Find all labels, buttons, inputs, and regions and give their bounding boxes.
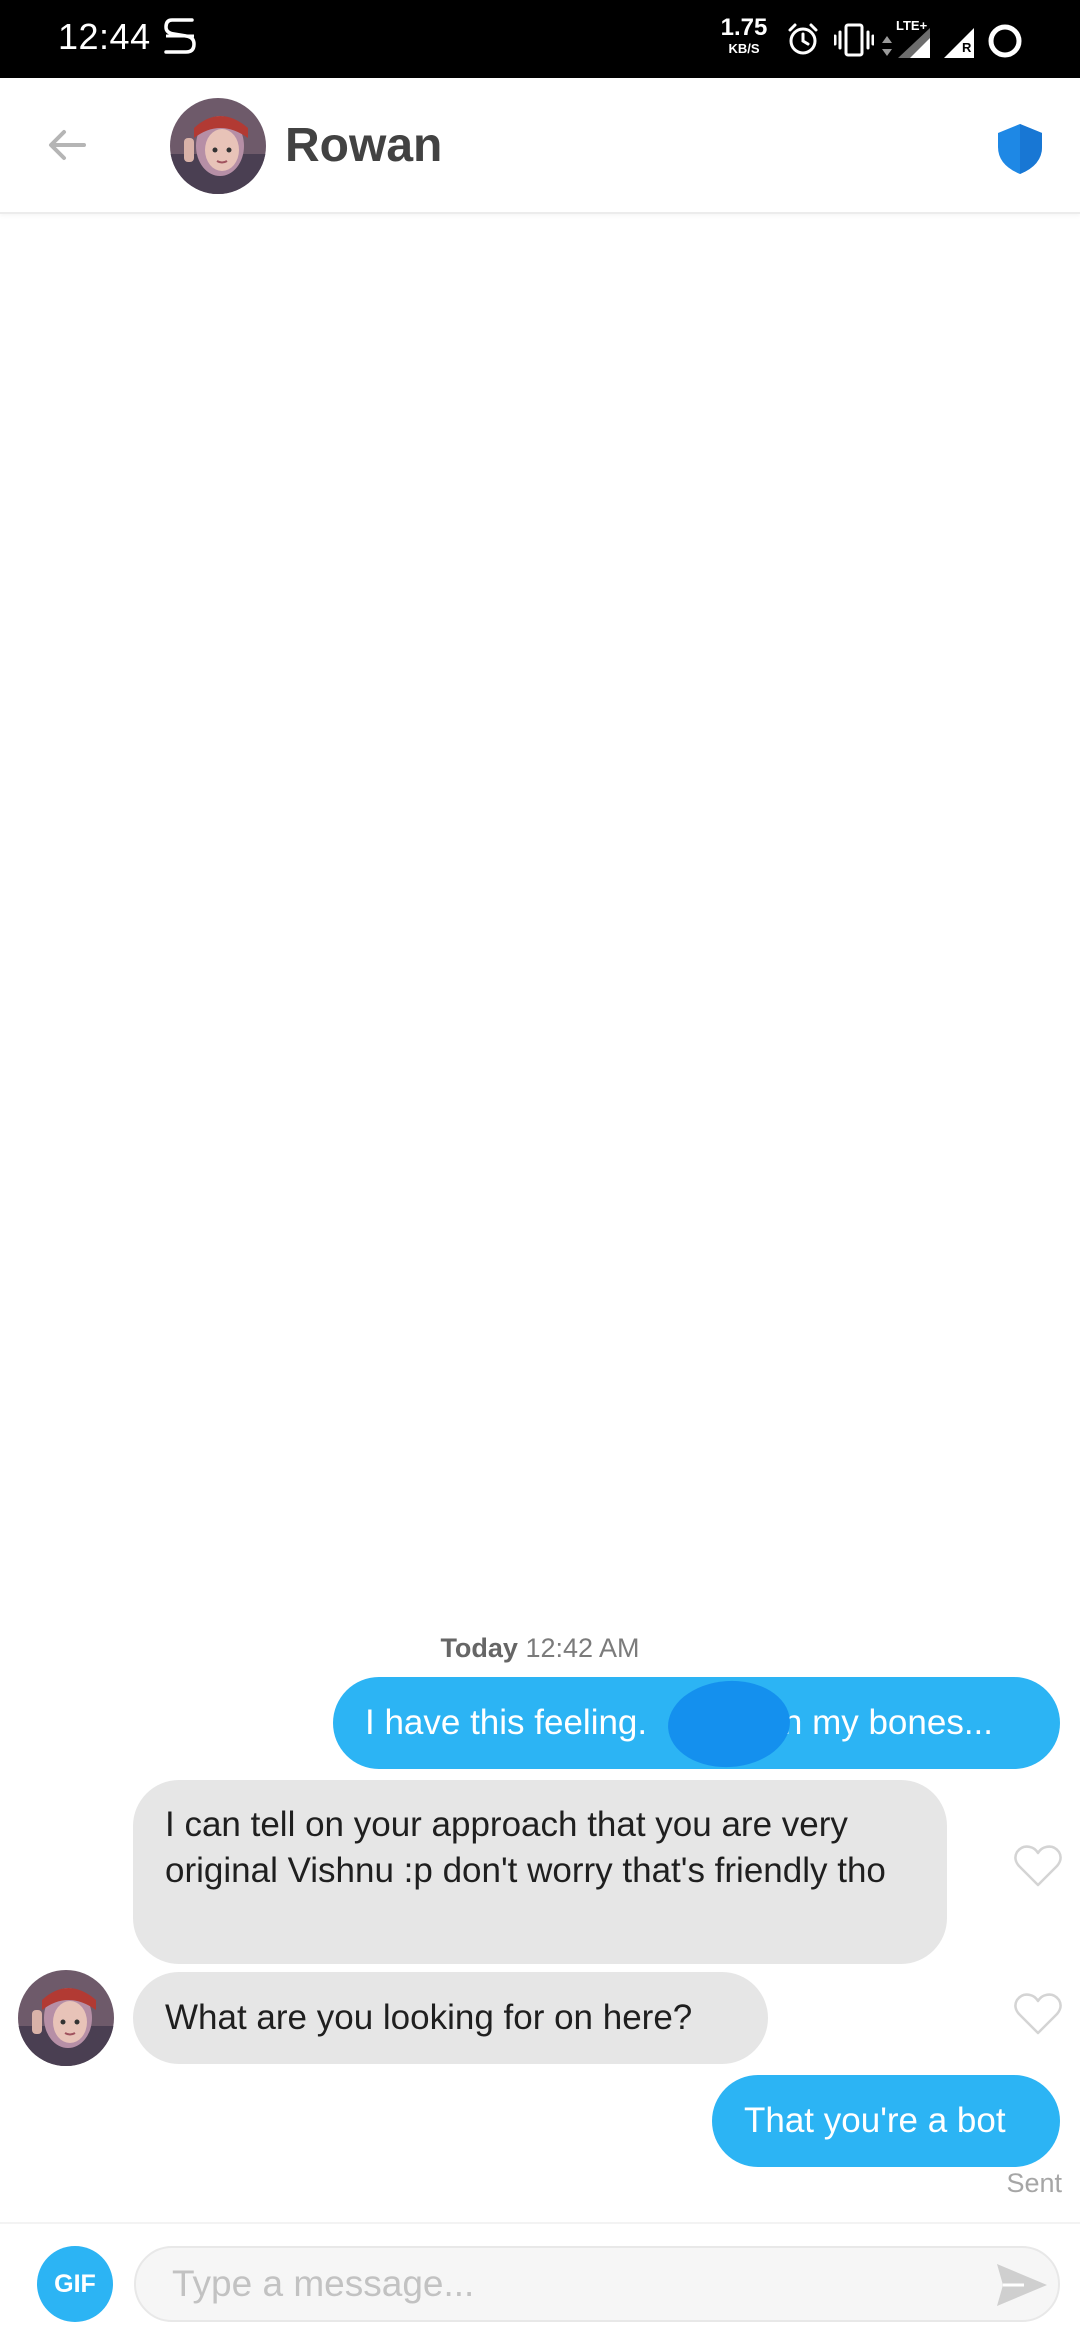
network-speed-unit: KB/S [728,41,760,56]
sender-avatar[interactable] [18,1970,114,2066]
outgoing-message[interactable]: That you're a bot [712,2075,1060,2167]
date-time: 12:42 AM [525,1633,640,1663]
date-day: Today [440,1633,518,1663]
message-text: I can tell on your approach that you are… [165,1805,886,1890]
signal-icon [898,28,930,58]
like-heart-icon[interactable] [1013,1991,1063,2037]
message-text: That you're a bot [744,2101,1006,2140]
message-text: What are you looking for on here? [165,1998,693,2037]
incoming-message[interactable]: What are you looking for on here? [133,1972,768,2064]
safety-shield-button[interactable] [992,120,1048,176]
contact-name[interactable]: Rowan [285,118,442,173]
conversation-header: Rowan [0,78,1080,214]
send-button[interactable] [994,2260,1050,2310]
sent-status: Sent [1006,2168,1062,2198]
roaming-indicator: R [962,40,972,55]
vibrate-icon [834,23,874,57]
date-separator: Today 12:42 AM [0,1633,1080,1664]
message-text-before: I have this feeling. [365,1703,648,1742]
alarm-icon [788,23,818,55]
battery-ring-icon [988,24,1022,58]
message-composer: GIF [0,2222,1080,2340]
message-input[interactable] [134,2246,1060,2322]
gif-button[interactable]: GIF [37,2246,113,2322]
network-speed-value: 1.75 [720,14,768,41]
avatar-photo [18,1970,114,2066]
message-text-after: in my bones... [775,1703,994,1742]
arrow-left-icon [49,130,86,160]
network-speed: 1.75 KB/S [718,14,770,56]
like-heart-icon[interactable] [1013,1843,1063,1889]
chat-screen: 12:44 1.75 KB/S LTE+ R Rowan Today 12:42… [0,0,1080,2340]
contact-avatar[interactable] [170,98,266,194]
shield-icon [998,124,1042,174]
status-time: 12:44 [58,16,151,57]
status-bar: 12:44 1.75 KB/S LTE+ R [0,0,1080,78]
back-button[interactable] [40,118,94,172]
avatar-photo [170,98,266,194]
s-app-icon [164,18,196,54]
incoming-message[interactable]: I can tell on your approach that you are… [133,1780,947,1964]
send-icon [997,2264,1047,2306]
